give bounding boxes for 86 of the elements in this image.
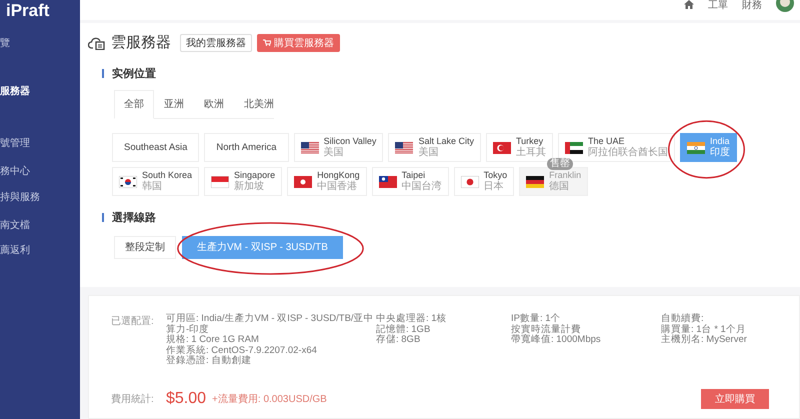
sidebar-item[interactable]: 南文檔 <box>0 220 80 232</box>
config-item: 可用區: India/生產力VM - 双ISP - 3USD/TB/亚中算力-印度 <box>166 314 375 334</box>
sidebar-item[interactable]: 覽 <box>0 38 80 50</box>
location-name: Southeast Asia <box>124 142 188 153</box>
flag-icon <box>300 142 319 154</box>
location-name: Silicon Valley <box>324 136 376 146</box>
section-heading: 实例位置 <box>112 66 156 81</box>
location-country: 新加坡 <box>234 181 266 193</box>
location-name: Taipei <box>402 170 426 180</box>
location-name: Tokyo <box>484 170 508 180</box>
config-item: IP數量: 1个 <box>511 314 562 324</box>
sidebar-item[interactable]: 務中心 <box>0 166 80 178</box>
config-item: 按實時流量計費 <box>511 324 582 334</box>
cost-label: 費用統計: <box>111 392 155 406</box>
flag-icon <box>460 176 479 188</box>
location-name: HongKong <box>317 170 360 180</box>
location-name: Singapore <box>234 170 276 180</box>
config-item: 帶寬峰值: 1000Mbps <box>511 335 602 346</box>
config-item: 規格: 1 Core 1G RAM <box>166 335 260 345</box>
region-tab[interactable]: 北美洲 <box>234 90 284 118</box>
location-country: 中国香港 <box>317 181 358 193</box>
traffic-fee: +流量費用: 0.003USD/GB <box>212 392 327 406</box>
config-item: 自動續費: <box>661 314 705 324</box>
logo: iPraft <box>5 0 50 22</box>
region-tab[interactable]: 欧洲 <box>194 90 234 118</box>
location-country: 土耳其 <box>516 147 546 159</box>
page-title: 雲服務器 <box>111 33 171 52</box>
location-card[interactable]: Southeast Asia <box>112 133 200 162</box>
sidebar-item[interactable]: 號管理 <box>0 138 80 150</box>
cloud-server-icon <box>88 36 106 50</box>
line-option[interactable]: 整段定制 <box>114 236 176 259</box>
config-item: 登錄憑證: 自動創建 <box>166 356 252 366</box>
my-servers-button[interactable]: 我的雲服務器 <box>180 34 252 52</box>
location-country: 中国台湾 <box>402 181 442 193</box>
location-card[interactable]: Taipei 中国台湾 <box>372 167 449 196</box>
price: $5.00 <box>166 390 206 408</box>
config-item: 中央處理器: 1核 <box>376 314 448 324</box>
sidebar-item[interactable]: 服務器 <box>0 86 80 98</box>
location-name: South Korea <box>142 170 192 180</box>
sidebar-item[interactable]: 薦返利 <box>0 245 80 257</box>
flag-icon <box>378 176 397 188</box>
header-link[interactable]: 工單 <box>708 0 728 11</box>
location-card[interactable]: Singapore 新加坡 <box>204 167 282 196</box>
location-name: Turkey <box>516 136 544 146</box>
flag-icon <box>526 176 544 188</box>
region-tab[interactable]: 亚洲 <box>154 90 194 118</box>
sold-out-tag: 售罄 <box>547 158 574 170</box>
location-card[interactable]: South Korea 韩国 <box>112 167 200 196</box>
config-item: 購買量: 1台 * 1个月 <box>661 324 747 334</box>
location-name: India <box>710 136 730 146</box>
section-heading: 選擇線路 <box>112 210 156 225</box>
flag-icon <box>119 176 137 188</box>
flag-icon <box>211 176 230 188</box>
section-marker <box>102 69 104 78</box>
location-country: 日本 <box>484 181 505 193</box>
location-country: 美国 <box>324 147 345 159</box>
cart-icon <box>263 39 271 46</box>
location-name: North America <box>216 142 277 153</box>
location-country: 印度 <box>710 147 730 159</box>
section-marker <box>102 213 104 222</box>
sidebar-item[interactable]: 持與服務 <box>0 192 80 204</box>
config-label: 已選配置: <box>111 314 155 329</box>
location-card[interactable]: HongKong 中国香港 <box>287 167 367 196</box>
flag-icon <box>492 142 511 154</box>
flag-icon <box>564 142 583 154</box>
config-item: 記憶體: 1GB <box>376 324 432 334</box>
flag-icon <box>686 142 705 154</box>
region-tab[interactable]: 全部 <box>114 90 154 119</box>
config-item: 主機別名: MyServer <box>661 335 748 346</box>
location-country: 美国 <box>418 147 440 159</box>
location-name: Franklin <box>549 170 582 181</box>
config-item: 存儲: 8GB <box>376 335 422 346</box>
location-card[interactable]: North America <box>204 133 289 162</box>
home-icon <box>684 0 694 9</box>
location-card[interactable]: Salt Lake City 美国 <box>388 133 481 162</box>
location-card[interactable]: Tokyo 日本 <box>454 167 514 196</box>
location-card[interactable]: Silicon Valley 美国 <box>294 133 384 162</box>
location-name: The UAE <box>588 136 626 147</box>
header-link[interactable]: 財務 <box>742 0 762 11</box>
location-country: 韩国 <box>142 181 163 193</box>
config-item: 作業系統: CentOS-7.9.2207.02-x64 <box>166 346 318 356</box>
flag-icon <box>294 176 312 188</box>
location-name: Salt Lake City <box>418 136 474 146</box>
location-country: 德国 <box>549 181 570 193</box>
location-country: 阿拉伯联合酋长国 <box>588 147 668 159</box>
flag-icon <box>395 142 414 154</box>
